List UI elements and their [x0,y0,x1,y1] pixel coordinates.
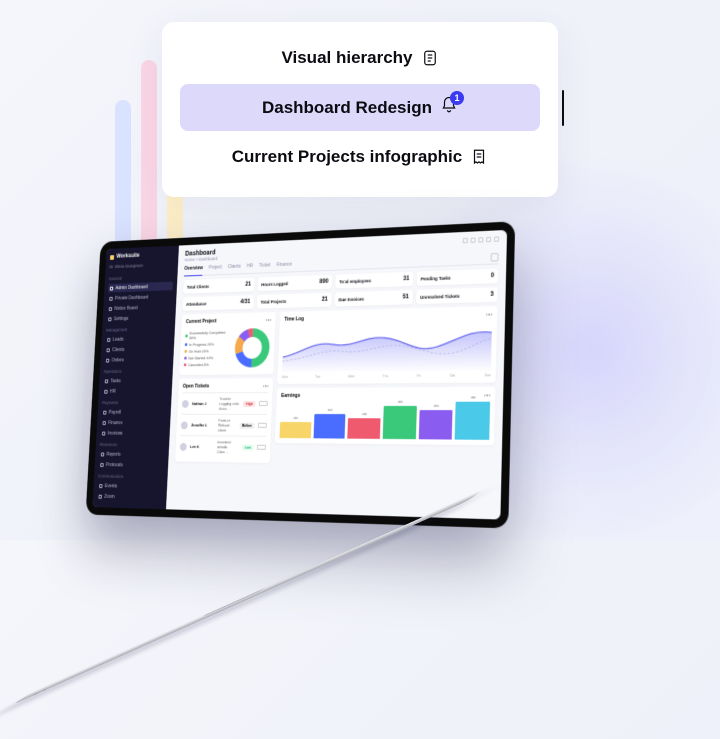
avatar [182,400,189,408]
open-tickets-panel: Open Tickets Nathan JTrouble Logging ont… [175,378,273,463]
laptop-mockup: Worksuite Dr. Elena Georgeson General Ad… [55,230,615,530]
x-axis-labels: MonTueWedThuFriSatSun [282,373,491,379]
action-icon[interactable] [486,237,491,242]
sidebar: Worksuite Dr. Elena Georgeson General Ad… [92,246,179,510]
laptop-base [12,491,481,705]
tab-overview[interactable]: Overview [184,265,203,276]
sidebar-item-reports[interactable]: Reports [99,450,165,460]
sidebar-item-zoom[interactable]: Zoom [97,492,163,503]
user-name[interactable]: Dr. Elena Georgeson [109,262,174,269]
stat-unresolved-tickets[interactable]: Unresolved Tickets3 [416,287,498,304]
stat-due-invoices[interactable]: Due Invoices51 [335,290,413,306]
sidebar-item-tasks[interactable]: Tasks [103,376,168,385]
notification-badge: 1 [450,91,464,105]
ticket-row[interactable]: Jennifer LFeature Refund clientBefore [180,414,267,436]
sidebar-item-finance[interactable]: Finance [101,418,166,427]
sidebar-item-admin-dashboard[interactable]: Admin Dashboard [108,282,173,293]
stat-total-projects[interactable]: Total Projects21 [257,293,332,309]
earnings-panel: Earnings 200 300 250 400 350 450 [275,387,496,445]
action-icon[interactable] [478,237,483,242]
line-chart [282,321,492,373]
breadcrumb: Home > Dashboard [185,256,218,262]
search-icon[interactable] [491,253,499,262]
action-icon[interactable] [471,238,476,243]
ticket-action[interactable] [258,423,267,428]
tab-hr[interactable]: HR [247,263,254,271]
main-content: Dashboard Home > Dashboard Overview [166,230,507,520]
ticket-action[interactable] [257,445,266,450]
time-log-panel: Time Log [277,306,497,384]
sidebar-item-payroll[interactable]: Payroll [101,408,166,417]
document-icon [421,49,439,67]
project-item-current-projects[interactable]: Current Projects infographic [180,135,540,179]
stat-attendance[interactable]: Attendance4/31 [182,295,254,311]
project-selector-card: Visual hierarchy Dashboard Redesign 1 Cu… [162,22,558,197]
project-label: Current Projects infographic [232,147,462,167]
stat-pending-tasks[interactable]: Pending Tasks0 [417,269,499,286]
sidebar-item-leads[interactable]: Leads [105,334,170,344]
project-item-visual-hierarchy[interactable]: Visual hierarchy [180,36,540,80]
more-icon[interactable] [484,395,490,397]
sidebar-item-invoices[interactable]: Invoices [100,429,166,438]
tab-finance[interactable]: Finance [276,262,292,270]
ticket-row[interactable]: Lee KIncorrect details Clien…Low [179,435,266,458]
more-icon[interactable] [265,319,271,321]
sidebar-item-orders[interactable]: Orders [104,355,169,364]
tab-project[interactable]: Project [209,265,222,273]
dashboard-screen: Worksuite Dr. Elena Georgeson General Ad… [92,230,507,520]
more-icon[interactable] [486,314,492,316]
donut-chart [234,326,271,370]
sidebar-item-hr[interactable]: HR [103,387,168,396]
project-label: Visual hierarchy [281,48,412,68]
action-icon[interactable] [494,236,499,241]
brand[interactable]: Worksuite [110,251,175,260]
project-label: Dashboard Redesign [262,98,432,118]
sidebar-item-clients[interactable]: Clients [105,344,170,354]
project-item-dashboard-redesign[interactable]: Dashboard Redesign 1 [180,84,540,131]
receipt-icon [470,148,488,166]
header-actions [463,236,499,243]
current-project-panel: Current Project Successfully Completed 5… [179,312,276,375]
ticket-row[interactable]: Nathan JTrouble Logging onto Acco…High [182,392,269,414]
avatar [180,442,187,450]
sidebar-item-events[interactable]: Events [97,481,163,491]
project-legend: Successfully Completed 50% In Progress 2… [184,330,230,368]
sidebar-item-protocols[interactable]: Protocols [99,460,165,470]
action-icon[interactable] [463,238,468,243]
more-icon[interactable] [263,385,269,387]
avatar [181,421,188,429]
stat-hours-logged[interactable]: Hours Logged890 [258,275,333,291]
notification-icon-wrap: 1 [440,96,458,119]
sidebar-item-private-dashboard[interactable]: Private Dashboard [108,292,173,303]
stat-total-employees[interactable]: Total employees31 [335,272,413,289]
scroll-handle[interactable] [562,90,564,126]
sidebar-item-notice-board[interactable]: Notice Board [107,303,172,313]
tab-clients[interactable]: Clients [228,264,241,272]
tab-ticket[interactable]: Ticket [259,262,271,270]
stat-total-clients[interactable]: Total Clients21 [183,278,255,294]
bar-chart: 200 300 250 400 350 450 [279,402,490,440]
ticket-action[interactable] [259,401,268,406]
sidebar-item-settings[interactable]: Settings [106,313,171,323]
